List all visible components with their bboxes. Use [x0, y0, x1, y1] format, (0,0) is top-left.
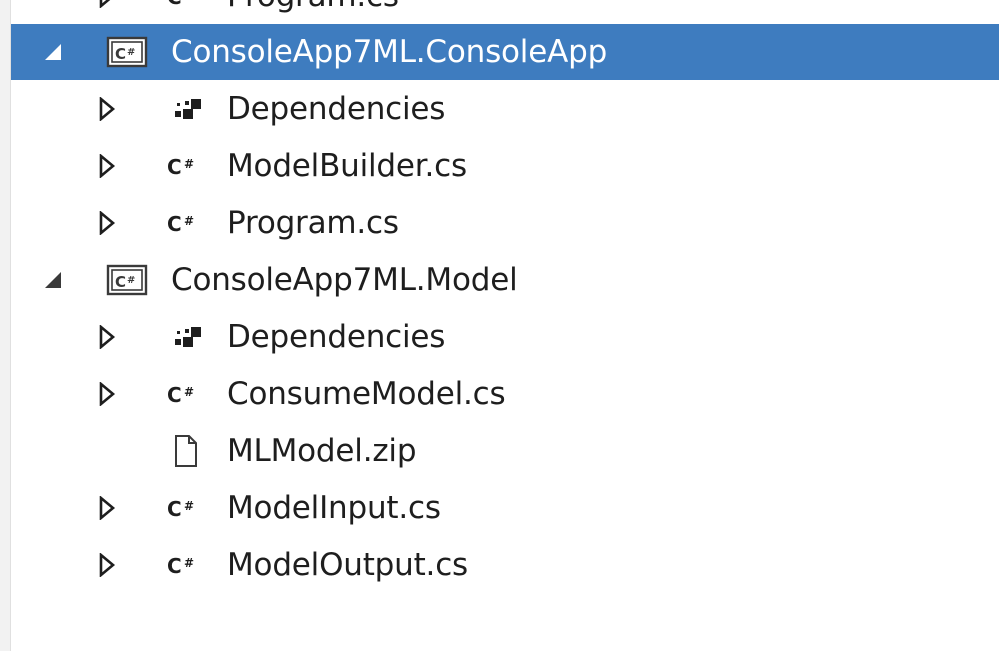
csharp-file-icon: C# — [163, 548, 207, 582]
expanded-triangle-icon[interactable] — [41, 268, 65, 292]
svg-text:#: # — [184, 214, 194, 228]
chevron-right-icon[interactable] — [95, 210, 119, 236]
csharp-project-icon: C # — [105, 35, 149, 69]
tree-item-modelbuilder-cs[interactable]: C # ModelBuilder.cs — [11, 138, 999, 194]
tree-item-mlmodel-zip[interactable]: MLModel.zip — [11, 423, 999, 479]
svg-text:C: C — [115, 273, 126, 291]
chevron-right-icon[interactable] — [95, 324, 119, 350]
svg-text:C: C — [167, 383, 182, 407]
svg-text:#: # — [127, 47, 135, 58]
svg-text:#: # — [184, 157, 194, 171]
file-icon — [163, 434, 207, 468]
tree-item-dependencies-2[interactable]: Dependencies — [11, 309, 999, 365]
svg-text:#: # — [127, 275, 135, 286]
solution-explorer-tree: C# Program.cs C# ConsoleApp7ML.ConsoleAp… — [11, 0, 999, 651]
tree-item-modeloutput-cs[interactable]: C # ModelOutput.cs — [11, 537, 999, 593]
tree-item-modelinput-cs[interactable]: C # ModelInput.cs — [11, 480, 999, 536]
tree-item-label: ModelBuilder.cs — [227, 148, 467, 184]
tree-item-program-cs[interactable]: C # Program.cs — [11, 195, 999, 251]
tree-item-consumemodel-cs[interactable]: C # ConsumeModel.cs — [11, 366, 999, 422]
tree-item-label: Dependencies — [227, 91, 446, 127]
chevron-right-icon[interactable] — [95, 552, 119, 578]
csharp-file-icon: C# — [163, 149, 207, 183]
tree-item-label: ConsoleApp7ML.Model — [171, 262, 518, 298]
expanded-triangle-icon[interactable] — [41, 40, 65, 64]
tree-item-label: Program.cs — [227, 0, 399, 14]
chevron-right-icon[interactable] — [95, 495, 119, 521]
tree-item-label: Dependencies — [227, 319, 446, 355]
svg-text:#: # — [184, 385, 194, 399]
svg-text:C: C — [167, 0, 182, 9]
svg-text:#: # — [184, 0, 194, 1]
tree-item-dependencies-1[interactable]: Dependencies — [11, 81, 999, 137]
svg-text:C: C — [115, 45, 126, 63]
tree-item-label: MLModel.zip — [227, 433, 417, 469]
tree-item-label: ConsoleApp7ML.ConsoleApp — [171, 34, 608, 70]
svg-text:C: C — [167, 497, 182, 521]
csharp-project-icon: C # — [105, 263, 149, 297]
svg-text:C: C — [167, 212, 182, 236]
tree-item-label: ModelOutput.cs — [227, 547, 469, 583]
tree-item-label: ConsumeModel.cs — [227, 376, 506, 412]
svg-text:#: # — [184, 499, 194, 513]
svg-text:#: # — [184, 556, 194, 570]
svg-text:C: C — [167, 155, 182, 179]
chevron-right-icon[interactable] — [95, 96, 119, 122]
csharp-file-icon: C# — [163, 491, 207, 525]
tree-item-program-cs-top[interactable]: C# Program.cs — [11, 0, 999, 24]
chevron-right-icon[interactable] — [95, 153, 119, 179]
csharp-file-icon: C# — [163, 0, 207, 13]
panel-left-border — [0, 0, 11, 651]
tree-item-label: Program.cs — [227, 205, 399, 241]
csharp-file-icon: C# — [163, 206, 207, 240]
chevron-right-icon[interactable] — [95, 0, 119, 9]
chevron-right-icon[interactable] — [95, 381, 119, 407]
tree-item-label: ModelInput.cs — [227, 490, 441, 526]
svg-text:C: C — [167, 554, 182, 578]
dependencies-icon — [163, 92, 207, 126]
tree-item-project-model[interactable]: C # ConsoleApp7ML.Model — [11, 252, 999, 308]
tree-item-project-consoleapp[interactable]: C # ConsoleApp7ML.ConsoleApp — [11, 24, 999, 80]
dependencies-icon — [163, 320, 207, 354]
csharp-file-icon: C# — [163, 377, 207, 411]
